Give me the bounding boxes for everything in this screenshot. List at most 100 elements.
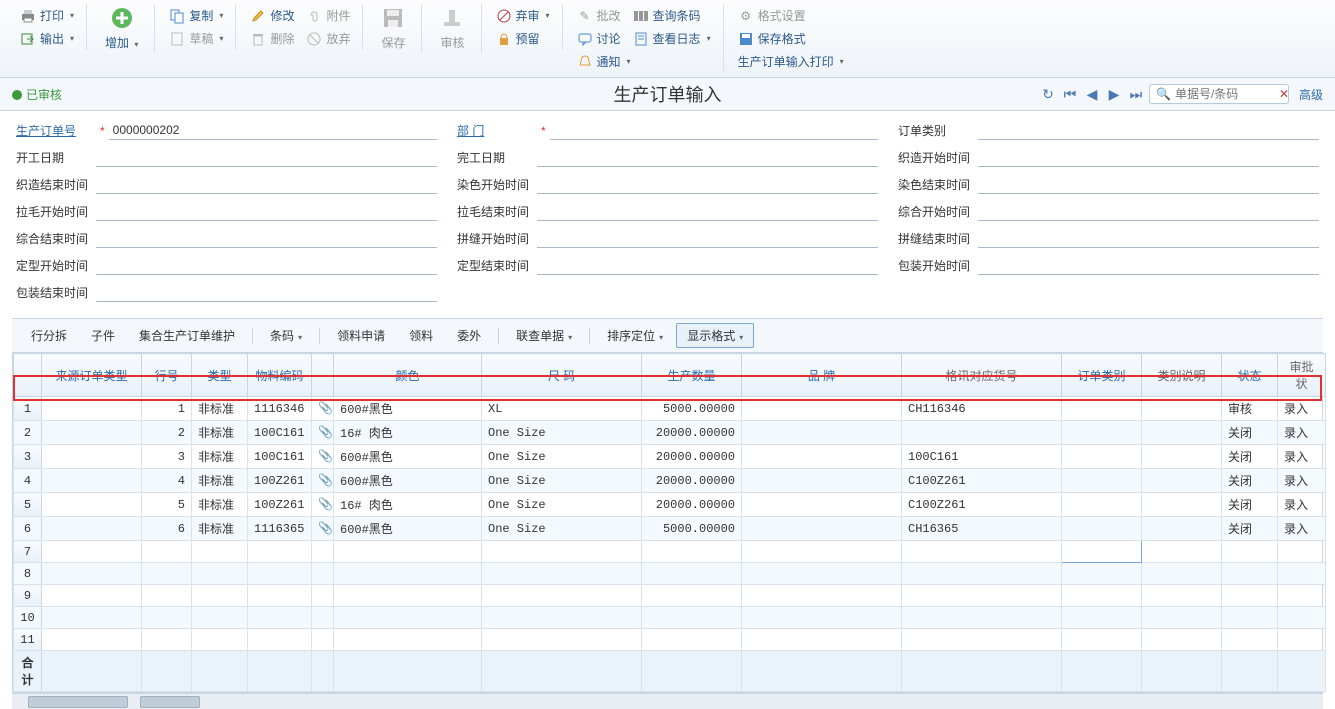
audit-button[interactable]: 审核	[430, 4, 474, 53]
field-input[interactable]	[537, 175, 878, 194]
next-button[interactable]: ▶	[1105, 85, 1123, 103]
field-input[interactable]	[978, 175, 1319, 194]
refresh-button[interactable]: ↻	[1039, 85, 1057, 103]
col-header[interactable]: 来源订单类型	[42, 354, 142, 397]
barcode-button[interactable]: 条码▾	[259, 323, 313, 348]
search-input[interactable]	[1175, 87, 1275, 101]
table-row[interactable]: 55非标准100Z261📎16# 肉色One Size20000.00000C1…	[14, 493, 1326, 517]
table-row[interactable]: 22非标准100C161📎16# 肉色One Size20000.00000关闭…	[14, 421, 1326, 445]
field-input[interactable]	[537, 148, 878, 167]
field-input[interactable]	[978, 121, 1319, 140]
outsource-button[interactable]: 委外	[446, 323, 492, 348]
field-input[interactable]	[96, 202, 437, 221]
preview-button[interactable]: 预留	[490, 27, 556, 50]
req-apply-button[interactable]: 领料申请	[326, 323, 396, 348]
modify-button[interactable]: 修改	[244, 4, 300, 27]
print-order-button[interactable]: 生产订单输入打印▾	[732, 50, 850, 73]
field-input[interactable]	[109, 121, 437, 140]
draft-button[interactable]: 草稿▾	[163, 27, 229, 50]
save-button[interactable]: 保存	[371, 4, 415, 53]
abandon-audit-button[interactable]: 弃审▾	[490, 4, 556, 27]
field-input[interactable]	[96, 148, 437, 167]
notify-button[interactable]: 通知▾	[571, 50, 717, 73]
table-row[interactable]: 44非标准100Z261📎600#黑色One Size20000.00000C1…	[14, 469, 1326, 493]
field-label[interactable]: 部 门	[457, 122, 537, 139]
req-button[interactable]: 领料	[398, 323, 444, 348]
col-header[interactable]: 物料编码	[248, 354, 312, 397]
field-input[interactable]	[978, 229, 1319, 248]
attachment-icon[interactable]: 📎	[318, 450, 333, 464]
export-icon	[20, 31, 36, 47]
col-header[interactable]: 订单类别	[1062, 354, 1142, 397]
attachment-icon[interactable]: 📎	[318, 474, 333, 488]
batch-button[interactable]: ✎批改	[571, 4, 627, 27]
void-button[interactable]: 放弃	[300, 27, 356, 50]
table-row[interactable]: 11非标准1116346📎600#黑色XL5000.00000CH116346审…	[14, 397, 1326, 421]
search-box[interactable]: 🔍 ✕	[1149, 84, 1289, 104]
field-input[interactable]	[978, 256, 1319, 275]
field-label: 拼缝结束时间	[898, 230, 978, 247]
field-input[interactable]	[537, 229, 878, 248]
advanced-link[interactable]: 高级	[1299, 86, 1323, 103]
child-part-button[interactable]: 子件	[80, 323, 126, 348]
table-row-empty[interactable]: 7	[14, 541, 1326, 563]
col-header[interactable]: 颜色	[334, 354, 482, 397]
field-input[interactable]	[550, 121, 878, 140]
attachment-icon[interactable]: 📎	[318, 402, 333, 416]
table-row[interactable]: 33非标准100C161📎600#黑色One Size20000.0000010…	[14, 445, 1326, 469]
delete-button[interactable]: 删除	[244, 27, 300, 50]
col-header[interactable]: 状态	[1222, 354, 1278, 397]
query-barcode-button[interactable]: 查询条码	[627, 4, 707, 27]
display-format-button[interactable]: 显示格式▾	[676, 323, 754, 348]
col-header[interactable]	[312, 354, 334, 397]
col-header[interactable]: 类别说明	[1142, 354, 1222, 397]
linked-docs-button[interactable]: 联查单据▾	[505, 323, 583, 348]
print-button[interactable]: 打印▾	[14, 4, 80, 27]
horizontal-scrollbar[interactable]	[12, 693, 1323, 709]
field-input[interactable]	[978, 148, 1319, 167]
add-button[interactable]: 增加 ▾	[95, 4, 148, 53]
field-input[interactable]	[537, 202, 878, 221]
col-header[interactable]: 生产数量	[642, 354, 742, 397]
field-input[interactable]	[537, 256, 878, 275]
col-header[interactable]: 尺 码	[482, 354, 642, 397]
prev-button[interactable]: ◀	[1083, 85, 1101, 103]
field-input[interactable]	[96, 256, 437, 275]
col-header[interactable]	[14, 354, 42, 397]
col-header[interactable]: 品 牌	[742, 354, 902, 397]
field-input[interactable]	[96, 283, 437, 302]
batch-maint-button[interactable]: 集合生产订单维护	[128, 323, 246, 348]
table-row-empty[interactable]: 8	[14, 563, 1326, 585]
save-format-button[interactable]: 保存格式	[732, 27, 850, 50]
discuss-button[interactable]: 讨论	[571, 27, 627, 50]
field-label: 包装结束时间	[16, 284, 96, 301]
col-header[interactable]: 类型	[192, 354, 248, 397]
output-button[interactable]: 输出▾	[14, 27, 80, 50]
attach-button[interactable]: 附件	[300, 4, 356, 27]
form-field-定型开始时间: 定型开始时间	[16, 256, 437, 275]
table-row-empty[interactable]: 11	[14, 629, 1326, 651]
clip-icon	[306, 8, 322, 24]
first-button[interactable]: ⏮	[1061, 85, 1079, 103]
attachment-icon[interactable]: 📎	[318, 498, 333, 512]
table-row-empty[interactable]: 9	[14, 585, 1326, 607]
copy-button[interactable]: 复制▾	[163, 4, 229, 27]
col-header[interactable]: 格讯对应货号	[902, 354, 1062, 397]
attachment-icon[interactable]: 📎	[318, 522, 333, 536]
table-row-empty[interactable]: 10	[14, 607, 1326, 629]
format-set-button[interactable]: ⚙格式设置	[732, 4, 850, 27]
table-row[interactable]: 66非标准1116365📎600#黑色One Size5000.00000CH1…	[14, 517, 1326, 541]
field-input[interactable]	[978, 202, 1319, 221]
col-header[interactable]: 审批状	[1278, 354, 1326, 397]
col-header[interactable]: 行号	[142, 354, 192, 397]
field-input[interactable]	[96, 175, 437, 194]
last-button[interactable]: ⏭	[1127, 85, 1145, 103]
field-label[interactable]: 生产订单号	[16, 122, 96, 139]
sort-button[interactable]: 排序定位▾	[596, 323, 674, 348]
data-grid: 来源订单类型行号类型物料编码颜色尺 码生产数量品 牌格讯对应货号订单类别类别说明…	[12, 353, 1323, 693]
clear-icon[interactable]: ✕	[1279, 87, 1289, 101]
field-input[interactable]	[96, 229, 437, 248]
view-log-button[interactable]: 查看日志▾	[627, 27, 717, 50]
attachment-icon[interactable]: 📎	[318, 426, 333, 440]
row-split-button[interactable]: 行分拆	[20, 323, 78, 348]
